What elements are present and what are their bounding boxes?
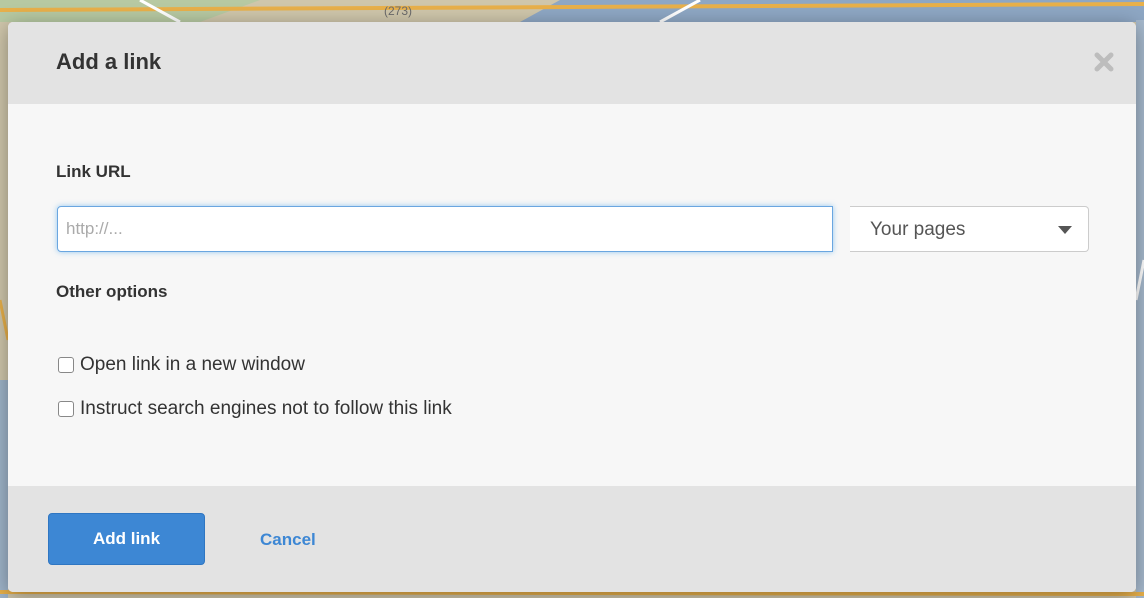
add-link-button[interactable]: Add link	[48, 513, 205, 565]
caret-down-icon	[1058, 226, 1072, 234]
link-url-input[interactable]	[57, 206, 833, 252]
new-window-option[interactable]: Open link in a new window	[58, 354, 305, 376]
dialog-footer: Add link Cancel	[8, 486, 1136, 592]
cancel-link[interactable]: Cancel	[260, 530, 316, 550]
new-window-checkbox[interactable]	[58, 357, 74, 373]
add-link-dialog: Add a link Link URL Your pages Other opt…	[8, 22, 1136, 592]
map-label: (273)	[384, 4, 413, 18]
dialog-body: Link URL Your pages Other options Open l…	[8, 104, 1136, 486]
nofollow-checkbox[interactable]	[58, 401, 74, 417]
close-icon[interactable]	[1090, 48, 1118, 76]
dialog-header: Add a link	[8, 22, 1136, 104]
your-pages-selected: Your pages	[870, 219, 966, 240]
your-pages-dropdown[interactable]: Your pages	[850, 206, 1089, 252]
other-options-label: Other options	[56, 282, 168, 301]
nofollow-option[interactable]: Instruct search engines not to follow th…	[58, 398, 452, 420]
link-url-label: Link URL	[56, 162, 131, 181]
new-window-label: Open link in a new window	[80, 354, 305, 375]
nofollow-label: Instruct search engines not to follow th…	[80, 398, 452, 419]
dialog-title: Add a link	[56, 49, 162, 74]
